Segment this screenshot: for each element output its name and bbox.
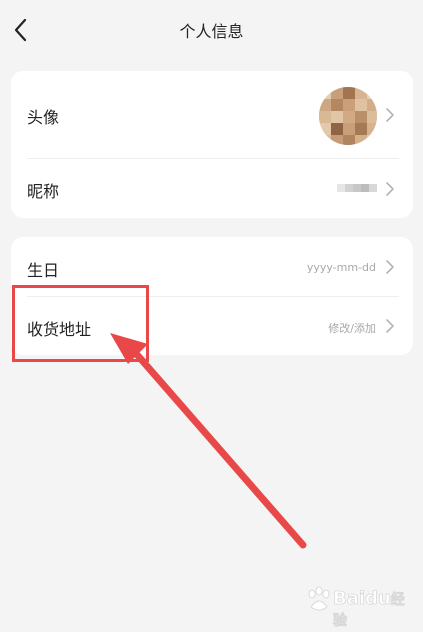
avatar-row[interactable]: 头像	[11, 71, 413, 158]
chevron-right-icon	[386, 260, 394, 274]
chevron-right-icon	[386, 319, 394, 333]
nav-bar: 个人信息	[0, 0, 423, 60]
watermark: Baidu经验	[305, 583, 405, 629]
avatar-label: 头像	[27, 108, 60, 127]
avatar	[319, 87, 377, 145]
address-action: 修改/添加	[328, 322, 376, 335]
chevron-right-icon	[386, 182, 394, 196]
annotation-highlight-box	[12, 285, 149, 362]
birthday-value: yyyy-mm-dd	[306, 261, 376, 274]
nickname-value-blurred	[337, 184, 377, 192]
birthday-label: 生日	[27, 261, 60, 280]
profile-card: 头像 昵称	[11, 71, 413, 218]
chevron-right-icon	[386, 108, 394, 122]
page-title: 个人信息	[179, 22, 244, 41]
paw-icon	[308, 586, 330, 611]
nickname-label: 昵称	[27, 182, 60, 201]
watermark-text: Baidu经验	[333, 588, 406, 630]
